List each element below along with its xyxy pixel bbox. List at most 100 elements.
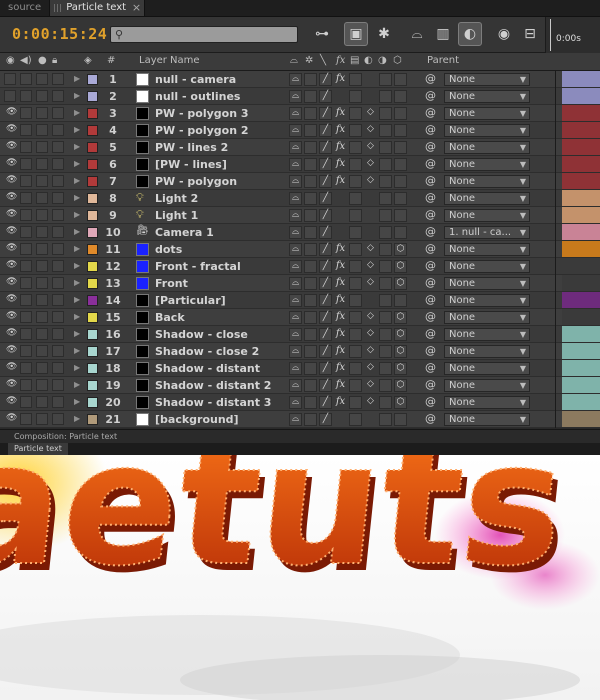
shy-switch[interactable]: ⌓: [289, 209, 302, 222]
solo-header-icon[interactable]: ●: [38, 55, 47, 66]
lock-switch[interactable]: [52, 345, 64, 357]
layer-duration-bar[interactable]: [562, 88, 600, 104]
quality-switch[interactable]: ╱: [319, 396, 332, 409]
effects-switch[interactable]: fx: [334, 260, 347, 273]
motion-blur-switch[interactable]: ◇: [364, 141, 377, 154]
expand-arrow-icon[interactable]: ▶: [74, 210, 80, 219]
effects-switch[interactable]: fx: [334, 345, 347, 358]
layer-duration-bar[interactable]: [562, 122, 600, 138]
shy-switch[interactable]: ⌓: [289, 345, 302, 358]
frame-blend-switch[interactable]: [349, 124, 362, 137]
video-switch[interactable]: [4, 73, 16, 85]
layer-duration-bar[interactable]: [562, 275, 600, 291]
parent-dropdown[interactable]: None ▼: [444, 277, 530, 290]
layer-row[interactable]: 👁︎ ▶ 16 Shadow - close ⌓ ╱ fx ◇ ⬡ @ None ▼: [0, 326, 600, 343]
motion-blur-switch[interactable]: ◇: [364, 107, 377, 120]
pickwhip-icon[interactable]: @: [425, 225, 436, 238]
motion-blur-switch[interactable]: ◇: [364, 243, 377, 256]
3d-layer-switch[interactable]: [394, 175, 407, 188]
label-color-swatch[interactable]: [87, 380, 98, 391]
graph-editor-button[interactable]: ◉: [492, 22, 516, 46]
layer-name[interactable]: Shadow - close 2: [155, 345, 259, 358]
lock-switch[interactable]: [52, 124, 64, 136]
audio-header-icon[interactable]: ◀): [20, 55, 32, 66]
shy-switch[interactable]: ⌓: [289, 277, 302, 290]
eye-icon[interactable]: 👁︎: [6, 277, 17, 287]
audio-switch[interactable]: [20, 226, 32, 238]
solo-switch[interactable]: [36, 107, 48, 119]
adjustment-switch[interactable]: [379, 362, 392, 375]
audio-switch[interactable]: [20, 294, 32, 306]
eye-icon[interactable]: 👁︎: [6, 396, 17, 406]
audio-switch[interactable]: [20, 413, 32, 425]
pickwhip-icon[interactable]: @: [425, 242, 436, 255]
pickwhip-icon[interactable]: @: [425, 106, 436, 119]
motion-blur-switch[interactable]: ◇: [364, 158, 377, 171]
layer-duration-bar[interactable]: [562, 292, 600, 308]
expand-arrow-icon[interactable]: ▶: [74, 227, 80, 236]
video-switch-header-icon[interactable]: ◉: [6, 55, 15, 66]
layer-duration-bar[interactable]: [562, 207, 600, 223]
label-color-swatch[interactable]: [87, 227, 98, 238]
solo-switch[interactable]: [36, 328, 48, 340]
collapse-switch[interactable]: [304, 243, 317, 256]
audio-switch[interactable]: [20, 141, 32, 153]
lock-switch[interactable]: [52, 311, 64, 323]
collapse-switch[interactable]: [304, 73, 317, 86]
frame-blend-switch[interactable]: [349, 90, 362, 103]
expand-arrow-icon[interactable]: ▶: [74, 397, 80, 406]
layer-row[interactable]: 👁︎ ▶ 9 💡︎ Light 1 ⌓ ╱ @ None ▼: [0, 207, 600, 224]
3d-layer-switch[interactable]: [394, 413, 407, 426]
eye-icon[interactable]: 👁︎: [6, 158, 17, 168]
effects-switch[interactable]: fx: [334, 294, 347, 307]
quality-switch[interactable]: ╱: [319, 73, 332, 86]
layer-name[interactable]: Light 1: [155, 209, 198, 222]
frame-blend-switch[interactable]: [349, 396, 362, 409]
shy-switch[interactable]: ⌓: [289, 90, 302, 103]
expand-arrow-icon[interactable]: ▶: [74, 142, 80, 151]
label-color-swatch[interactable]: [87, 125, 98, 136]
motion-blur-switch[interactable]: [364, 192, 377, 205]
3d-layer-switch[interactable]: ⬡: [394, 345, 407, 358]
frame-blending-button[interactable]: ▥: [431, 22, 455, 46]
video-switch[interactable]: [4, 90, 16, 102]
quality-switch[interactable]: ╱: [319, 328, 332, 341]
layer-row[interactable]: 👁︎ ▶ 12 Front - fractal ⌓ ╱ fx ◇ ⬡ @ None ▼: [0, 258, 600, 275]
frame-blend-switch[interactable]: [349, 141, 362, 154]
pickwhip-icon[interactable]: @: [425, 310, 436, 323]
quality-switch[interactable]: ╱: [319, 107, 332, 120]
live-update-button[interactable]: ▣: [344, 22, 368, 46]
effects-switch[interactable]: fx: [334, 362, 347, 375]
3d-layer-switch[interactable]: [394, 226, 407, 239]
solo-switch[interactable]: [36, 175, 48, 187]
effects-switch[interactable]: fx: [334, 175, 347, 188]
expand-arrow-icon[interactable]: ▶: [74, 74, 80, 83]
layer-duration-bar[interactable]: [562, 377, 600, 393]
layer-name[interactable]: Front: [155, 277, 188, 290]
lock-switch[interactable]: [52, 175, 64, 187]
quality-switch[interactable]: ╱: [319, 413, 332, 426]
audio-switch[interactable]: [20, 277, 32, 289]
frame-blend-switch[interactable]: [349, 158, 362, 171]
composition-tab[interactable]: Particle text: [8, 443, 68, 455]
layer-row[interactable]: 👁︎ ▶ 11 dots ⌓ ╱ fx ◇ ⬡ @ None ▼: [0, 241, 600, 258]
label-color-swatch[interactable]: [87, 142, 98, 153]
layer-name[interactable]: Shadow - distant 2: [155, 379, 271, 392]
collapse-switch[interactable]: [304, 345, 317, 358]
lock-switch[interactable]: [52, 362, 64, 374]
motion-blur-switch[interactable]: [364, 413, 377, 426]
layer-row[interactable]: 👁︎ ▶ 21 [background] ⌓ ╱ @ None ▼: [0, 411, 600, 428]
collapse-switch[interactable]: [304, 294, 317, 307]
collapse-switch[interactable]: [304, 209, 317, 222]
frame-blend-switch[interactable]: [349, 260, 362, 273]
quality-switch[interactable]: ╱: [319, 226, 332, 239]
3d-layer-switch[interactable]: [394, 124, 407, 137]
effects-switch[interactable]: fx: [334, 141, 347, 154]
frame-blend-switch[interactable]: [349, 73, 362, 86]
adjustment-switch[interactable]: [379, 413, 392, 426]
motion-blur-header-icon[interactable]: ◐: [364, 55, 373, 66]
eye-icon[interactable]: 👁︎: [6, 141, 17, 151]
effects-switch[interactable]: fx: [334, 107, 347, 120]
lock-switch[interactable]: [52, 73, 64, 85]
effects-switch[interactable]: fx: [334, 277, 347, 290]
